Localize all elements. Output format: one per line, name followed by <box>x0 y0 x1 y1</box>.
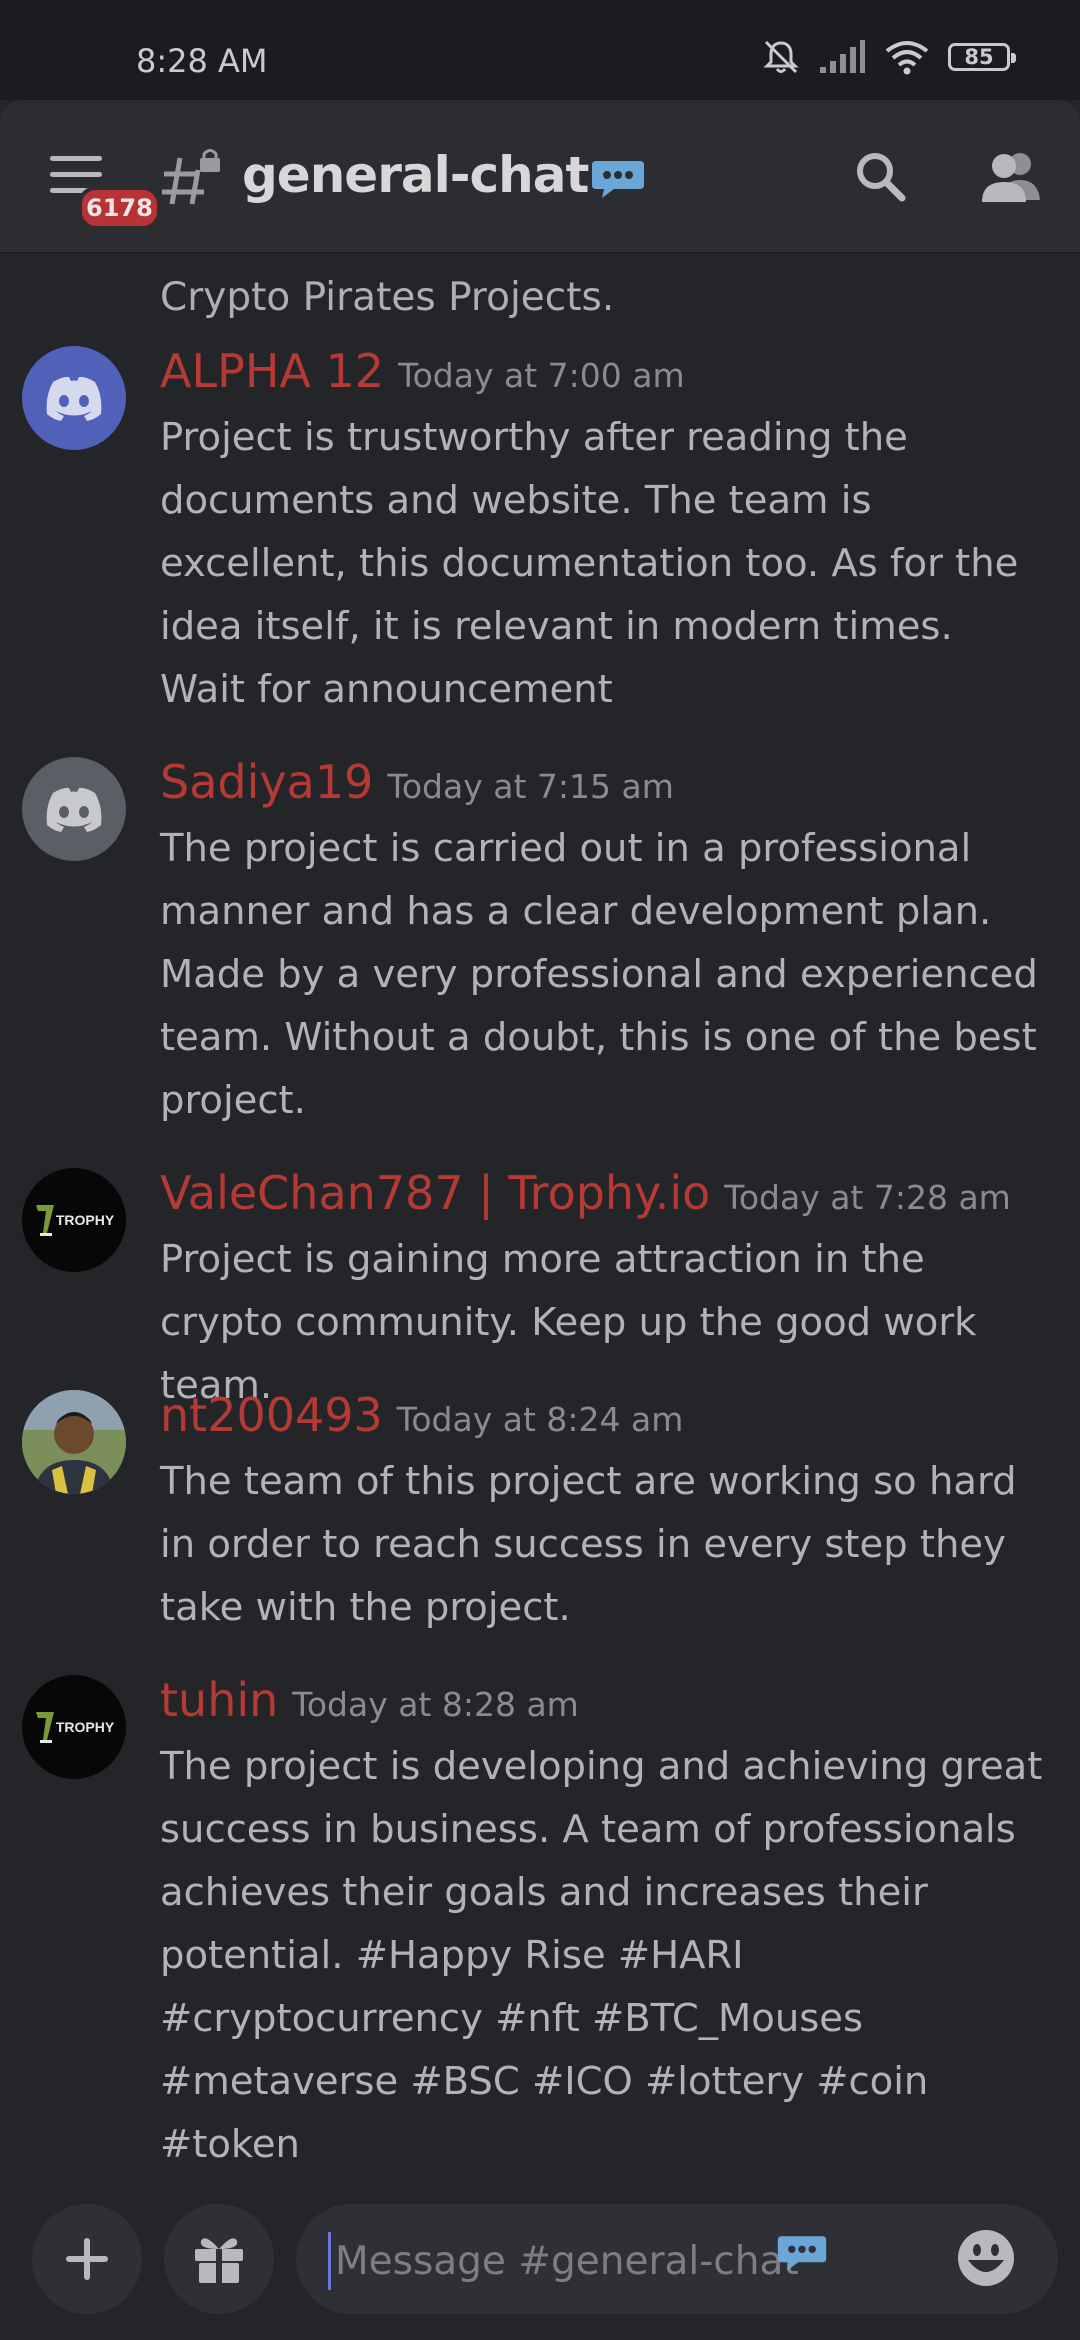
discord-logo-icon <box>46 376 102 421</box>
avatar-label: TROPHY <box>55 1212 115 1228</box>
timestamp: Today at 7:15 am <box>387 767 674 806</box>
add-attachment-button[interactable] <box>32 2204 142 2314</box>
avatar[interactable]: TROPHY <box>22 1675 126 1779</box>
message-composer[interactable] <box>296 2204 1058 2314</box>
message-list[interactable]: Crypto Pirates Projects. ALPHA 12 Today a… <box>0 254 1080 2204</box>
battery-level: 85 <box>964 45 994 69</box>
status-time: 8:28 AM <box>136 42 268 80</box>
username-text: nt200493 <box>160 1388 383 1442</box>
trophy-logo-icon <box>35 1712 54 1743</box>
channel-name: general-chat <box>242 146 589 204</box>
members-icon[interactable] <box>980 150 1044 204</box>
status-bar: 8:28 AM 85 <box>0 0 1080 100</box>
message-text: The project is developing and achieving … <box>160 1744 1043 2167</box>
username-text: ValeChan787 | Trophy.io <box>160 1166 711 1220</box>
emoji-icon[interactable] <box>954 2226 1018 2290</box>
username[interactable]: nt200493 Today at 8:24 am <box>160 1388 683 1442</box>
message-text: The team of this project are working so … <box>160 1459 1017 1630</box>
message-input[interactable] <box>328 2232 957 2290</box>
speech-balloon-icon <box>592 160 645 198</box>
notification-badge: 6178 <box>78 186 161 230</box>
username-text: tuhin <box>160 1673 279 1727</box>
timestamp: Today at 7:28 am <box>724 1178 1011 1217</box>
composer-bar <box>0 2204 1080 2340</box>
username-text: ALPHA 12 <box>160 344 385 398</box>
menu-line <box>50 156 102 161</box>
username[interactable]: ValeChan787 | Trophy.io Today at 7:28 am <box>160 1166 1011 1220</box>
username[interactable]: ALPHA 12 Today at 7:00 am <box>160 344 685 398</box>
avatar[interactable] <box>22 1390 126 1494</box>
gift-button[interactable] <box>164 2204 274 2314</box>
status-icons: 85 <box>762 38 1016 76</box>
timestamp: Today at 8:28 am <box>292 1685 579 1724</box>
battery-indicator: 85 <box>948 43 1016 71</box>
plus-icon <box>66 2238 108 2280</box>
avatar[interactable]: TROPHY <box>22 1168 126 1272</box>
bell-muted-icon <box>763 40 799 74</box>
avatar[interactable] <box>22 346 126 450</box>
channel-title[interactable]: general-chat <box>242 146 646 204</box>
timestamp: Today at 8:24 am <box>396 1400 684 1439</box>
timestamp: Today at 7:00 am <box>398 356 685 395</box>
user-photo-icon <box>22 1390 126 1494</box>
search-icon[interactable] <box>852 148 908 204</box>
message-continuation: Crypto Pirates Projects. <box>160 275 615 320</box>
gift-icon <box>195 2238 243 2283</box>
username[interactable]: tuhin Today at 8:28 am <box>160 1673 579 1727</box>
menu-line <box>50 172 102 177</box>
avatar[interactable] <box>22 757 126 861</box>
wifi-icon <box>885 41 929 75</box>
trophy-logo-icon <box>35 1205 54 1236</box>
locked-hash-icon <box>162 149 220 205</box>
signal-icon <box>820 40 865 73</box>
discord-logo-icon <box>46 787 102 832</box>
username[interactable]: Sadiya19 Today at 7:15 am <box>160 755 674 809</box>
avatar-label: TROPHY <box>55 1719 115 1735</box>
message-text: Project is trustworthy after reading the… <box>160 415 1019 712</box>
speech-balloon-icon <box>777 2236 827 2271</box>
message-text: The project is carried out in a professi… <box>160 826 1038 1123</box>
channel-header: 6178 general-chat <box>0 100 1080 254</box>
username-text: Sadiya19 <box>160 755 374 809</box>
